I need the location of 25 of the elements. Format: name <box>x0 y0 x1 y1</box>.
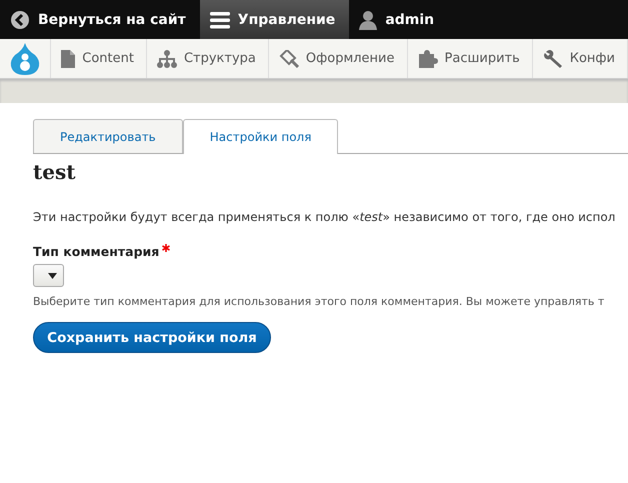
admin-menu-item[interactable]: Структура <box>146 39 269 78</box>
toolbar-tab[interactable]: Вернуться на сайт <box>0 0 200 39</box>
admin-menu-item[interactable]: Конфи <box>532 39 628 78</box>
paintbrush-icon <box>278 50 299 68</box>
page-title: test <box>33 160 76 184</box>
field-description: Выберите тип комментария для использования этого поля комментария. Вы можете управлять т <box>33 295 606 308</box>
intro-text: Эти настройки будут всегда применяться к полю «test» независимо от того, где оно испол <box>33 210 616 224</box>
tab[interactable]: Настройки поля <box>182 119 338 154</box>
toolbar-tab[interactable]: admin <box>349 0 448 39</box>
hierarchy-icon <box>156 50 177 68</box>
document-icon <box>61 50 76 68</box>
tab[interactable]: Редактировать <box>33 119 183 153</box>
caret-icon <box>48 272 57 278</box>
admin-menu-item[interactable]: Расширить <box>408 39 533 78</box>
user-icon <box>359 10 378 30</box>
toolbar-tab[interactable]: Управление <box>200 0 350 39</box>
wrench-icon <box>542 48 563 68</box>
field-label: Тип комментария <box>33 244 160 259</box>
save-button[interactable]: Сохранить настройки поля <box>33 322 271 353</box>
comment-type-select[interactable] <box>33 264 64 287</box>
drop-logo-icon[interactable] <box>9 42 42 76</box>
puzzle-piece-icon <box>418 50 438 68</box>
admin-menu-item[interactable]: Оформление <box>268 39 408 78</box>
admin-menu-item[interactable]: Content <box>51 39 147 78</box>
menu-icon <box>210 10 230 28</box>
